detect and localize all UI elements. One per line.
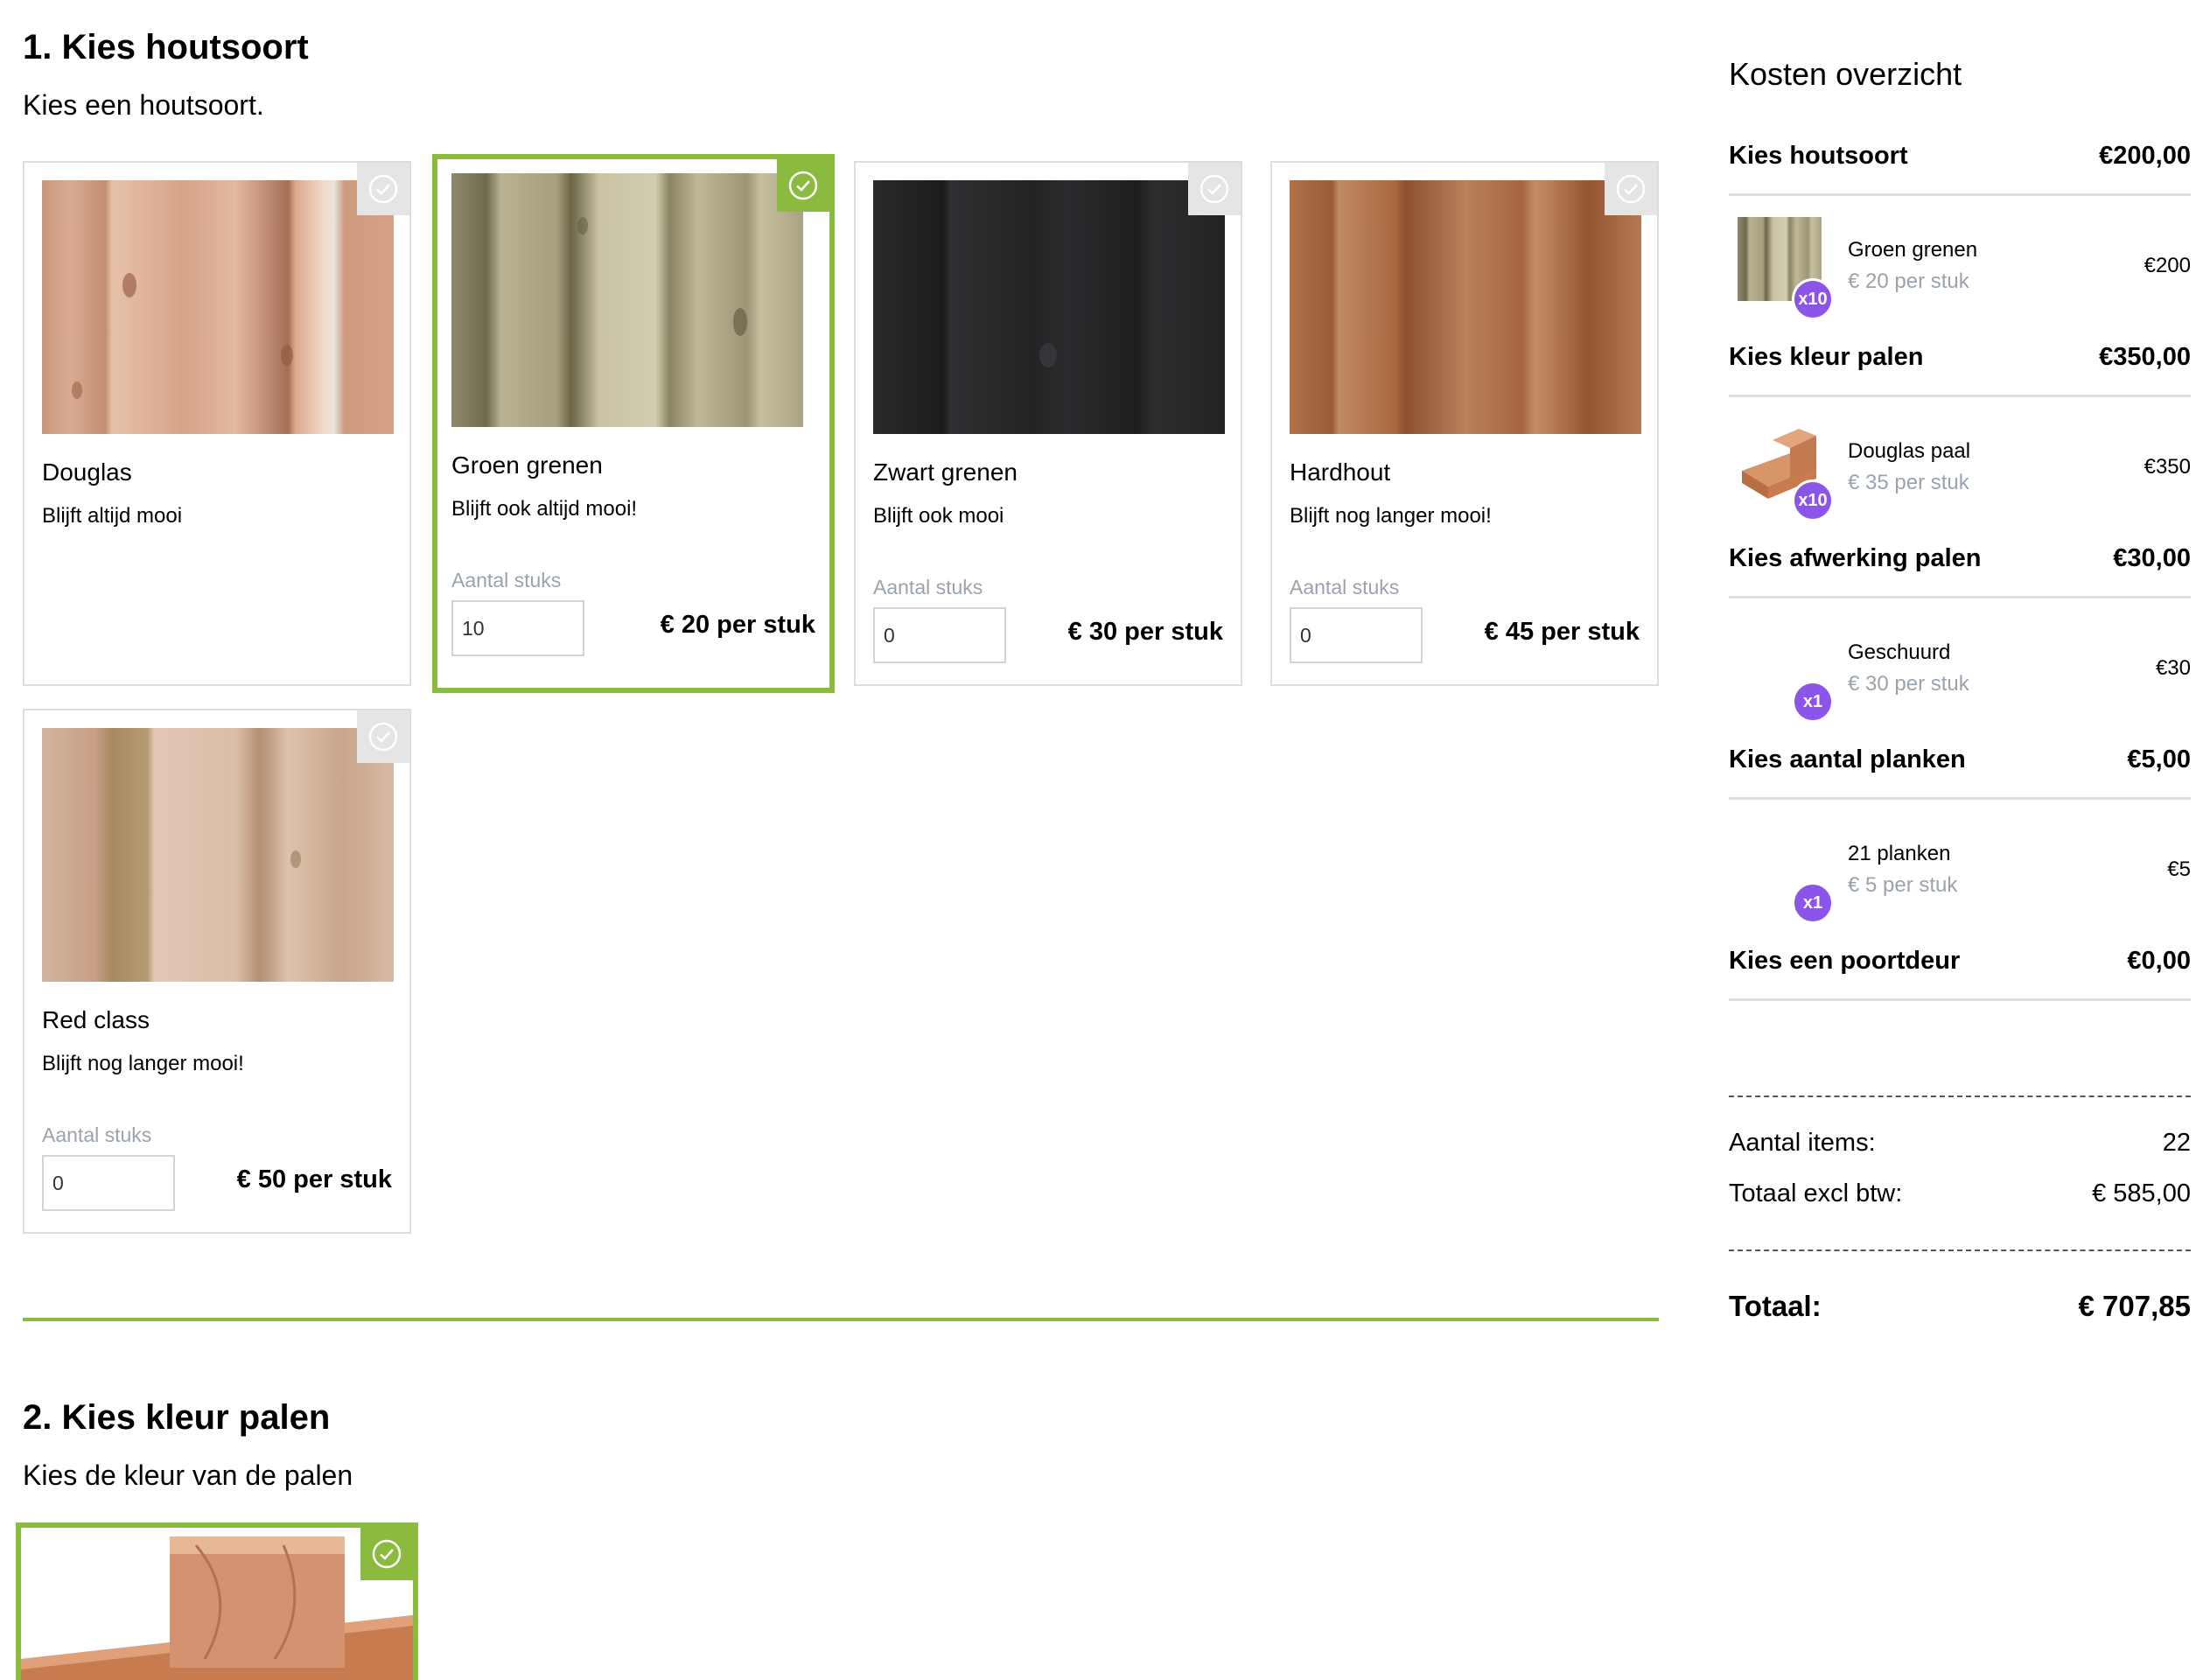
summary-section-label: Kies kleur palen (1729, 343, 1924, 371)
product-card-hardhout[interactable]: Hardhout Blijft nog langer mooi! Aantal … (1270, 161, 1659, 686)
product-name: Zwart grenen (873, 458, 1018, 486)
summary-section-amount: €200,00 (2099, 142, 2191, 170)
red-class-wood-image (42, 728, 394, 982)
product-name: Groen grenen (451, 452, 603, 479)
items-count-value: 22 (2162, 1129, 2191, 1157)
product-description: Blijft nog langer mooi! (42, 1052, 244, 1075)
product-price: € 50 per stuk (236, 1166, 392, 1194)
select-check-icon[interactable] (1188, 163, 1241, 215)
summary-section-label: Kies afwerking palen (1729, 544, 1982, 572)
product-price: € 20 per stuk (660, 611, 815, 639)
total-excl-row: Totaal excl btw: € 585,00 (1729, 1180, 2191, 1208)
douglas-paal-image (21, 1528, 413, 1680)
grand-total-value: € 707,85 (2078, 1290, 2191, 1322)
groen-grenen-wood-image (451, 173, 803, 427)
summary-section-kleur-palen: Kies kleur palen €350,00 (1729, 334, 2191, 397)
item-name: Geschuurd (1848, 640, 1951, 664)
select-check-icon[interactable] (357, 710, 409, 763)
product-card-red-class[interactable]: Red class Blijft nog langer mooi! Aantal… (23, 709, 411, 1234)
quantity-badge: x10 (1792, 480, 1834, 522)
quantity-input[interactable] (1290, 607, 1423, 663)
product-description: Blijft ook mooi (873, 504, 1004, 528)
product-description: Blijft altijd mooi (42, 504, 183, 528)
quantity-input[interactable] (451, 600, 584, 656)
quantity-input[interactable] (873, 607, 1006, 663)
product-price: € 45 per stuk (1484, 618, 1640, 646)
product-card-zwart-grenen[interactable]: Zwart grenen Blijft ook mooi Aantal stuk… (854, 161, 1242, 686)
quantity-badge: x10 (1792, 278, 1834, 320)
step1-title: 1. Kies houtsoort (23, 28, 309, 66)
step2-title: 2. Kies kleur palen (23, 1398, 331, 1437)
item-unit-price: € 30 per stuk (1848, 672, 1969, 696)
item-total: €30 (2155, 656, 2191, 680)
product-card-douglas-paal[interactable] (16, 1522, 418, 1680)
select-check-icon[interactable] (357, 163, 409, 215)
product-card-douglas[interactable]: Douglas Blijft altijd mooi (23, 161, 411, 686)
cost-overview-title: Kosten overzicht (1729, 56, 1962, 92)
item-name: Groen grenen (1848, 238, 1978, 262)
summary-section-label: Kies houtsoort (1729, 142, 1908, 170)
total-excl-label: Totaal excl btw: (1729, 1180, 1903, 1208)
zwart-grenen-wood-image (873, 180, 1225, 434)
summary-section-amount: €0,00 (2127, 947, 2191, 975)
item-total: €350 (2144, 455, 2191, 479)
items-count-row: Aantal items: 22 (1729, 1129, 2191, 1158)
summary-item-douglas-paal: x10 Douglas paal € 35 per stuk €350 (1729, 401, 2191, 541)
step1-subtitle: Kies een houtsoort. (23, 89, 264, 121)
summary-section-amount: €350,00 (2099, 343, 2191, 371)
quantity-badge: x1 (1792, 681, 1834, 723)
product-name: Hardhout (1290, 458, 1391, 486)
summary-section-poortdeur: Kies een poortdeur €0,00 (1729, 938, 2191, 1001)
grand-total-row: Totaal: € 707,85 (1729, 1290, 2191, 1323)
item-unit-price: € 20 per stuk (1848, 270, 1969, 293)
total-excl-value: € 585,00 (2092, 1180, 2191, 1208)
quantity-input[interactable] (42, 1155, 175, 1211)
grand-total-label: Totaal: (1729, 1290, 1822, 1322)
dashed-divider (1729, 1096, 2191, 1097)
summary-item-geschuurd: x1 Geschuurd € 30 per stuk €30 (1729, 602, 2191, 742)
section-divider (23, 1318, 1659, 1321)
product-description: Blijft ook altijd mooi! (451, 497, 638, 521)
items-count-label: Aantal items: (1729, 1129, 1876, 1157)
hardhout-wood-image (1290, 180, 1641, 434)
summary-section-amount: €30,00 (2113, 544, 2191, 572)
summary-section-houtsoort: Kies houtsoort €200,00 (1729, 133, 2191, 196)
item-name: Douglas paal (1848, 439, 1971, 463)
quantity-label: Aantal stuks (42, 1124, 152, 1146)
summary-item-planken: x1 21 planken € 5 per stuk €5 (1729, 803, 2191, 943)
summary-item-groen-grenen: x10 Groen grenen € 20 per stuk €200 (1729, 200, 2191, 340)
dashed-divider (1729, 1250, 2191, 1251)
summary-section-afwerking-palen: Kies afwerking palen €30,00 (1729, 536, 2191, 598)
product-name: Douglas (42, 458, 132, 486)
summary-section-amount: €5,00 (2127, 746, 2191, 774)
quantity-label: Aantal stuks (873, 576, 983, 598)
summary-section-label: Kies aantal planken (1729, 746, 1966, 774)
select-check-icon[interactable] (1605, 163, 1657, 215)
step2-subtitle: Kies de kleur van de palen (23, 1460, 353, 1491)
product-description: Blijft nog langer mooi! (1290, 504, 1492, 528)
quantity-label: Aantal stuks (1290, 576, 1400, 598)
item-unit-price: € 5 per stuk (1848, 873, 1958, 897)
selected-check-icon[interactable] (360, 1528, 413, 1580)
item-name: 21 planken (1848, 842, 1951, 865)
douglas-wood-image (42, 180, 394, 434)
quantity-badge: x1 (1792, 882, 1834, 924)
summary-section-label: Kies een poortdeur (1729, 947, 1961, 975)
summary-section-aantal-planken: Kies aantal planken €5,00 (1729, 737, 2191, 800)
product-price: € 30 per stuk (1067, 618, 1223, 646)
product-card-groen-grenen[interactable]: Groen grenen Blijft ook altijd mooi! Aan… (432, 154, 835, 693)
item-total: €5 (2167, 858, 2191, 881)
quantity-label: Aantal stuks (451, 569, 562, 592)
product-name: Red class (42, 1006, 150, 1033)
item-unit-price: € 35 per stuk (1848, 471, 1969, 494)
item-total: €200 (2144, 254, 2191, 277)
selected-check-icon[interactable] (777, 159, 829, 212)
